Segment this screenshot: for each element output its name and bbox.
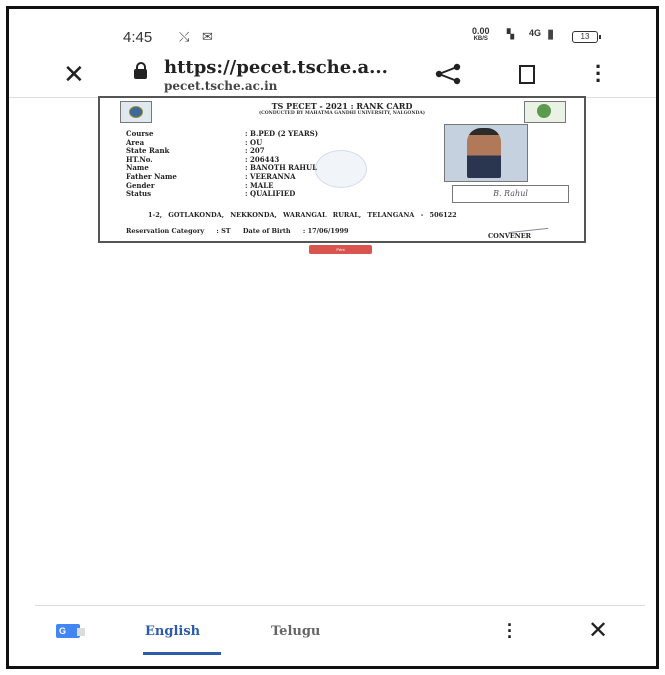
google-translate-icon[interactable]: G [56, 624, 85, 638]
reservation-row: Reservation Category : ST Date of Birth … [126, 227, 349, 235]
status-bar: 4:45 ⤯ ✉ 0.00 KB/S ▚ 4G ▮ 13 [9, 9, 656, 51]
status-time: 4:45 [123, 29, 153, 46]
close-tab-button[interactable]: ✕ [63, 59, 85, 90]
card-subtitle: (CONDUCTED BY MAHATMA GANDHI UNIVERSITY,… [259, 111, 425, 116]
candidate-photo [444, 124, 528, 182]
active-tab-indicator [143, 652, 221, 655]
battery-icon: 13 [572, 31, 601, 43]
card-title: TS PECET - 2021 : RANK CARD [271, 101, 413, 111]
page-url-domain[interactable]: pecet.tsche.ac.in [164, 79, 277, 93]
tab-english[interactable]: English [145, 624, 200, 639]
missed-call-icon: ⤯ [179, 29, 190, 44]
detail-row: State Rank: 207 [126, 147, 318, 156]
close-translate-icon[interactable]: ✕ [588, 616, 608, 645]
bookmark-icon[interactable] [519, 65, 535, 84]
detail-label: Status [126, 189, 152, 199]
reservation-label: Reservation Category [126, 227, 205, 235]
phone-screen: 4:45 ⤯ ✉ 0.00 KB/S ▚ 4G ▮ 13 ✕ https://p… [6, 6, 659, 669]
network-type: 4G [529, 28, 542, 38]
candidate-details: Course: B.PED (2 YEARS) Area: OU State R… [126, 129, 318, 199]
candidate-portrait [467, 128, 501, 178]
translate-options-icon[interactable]: · · · [507, 616, 513, 646]
detail-row: Status : QUALIFIED [126, 190, 318, 199]
share-icon[interactable] [433, 63, 463, 85]
page-url-title[interactable]: https://pecet.tsche.a... [164, 57, 388, 78]
detail-value: : QUALIFIED [245, 189, 296, 199]
dob-value: : 17/06/1999 [302, 227, 349, 235]
volte-icon: ▚ [507, 29, 514, 39]
tab-telugu[interactable]: Telugu [271, 624, 320, 639]
watermark-seal [315, 150, 367, 188]
signal-icon: ▮ [547, 26, 555, 41]
detail-row: Course: B.PED (2 YEARS) [126, 129, 318, 139]
dob-label: Date of Birth [242, 227, 291, 235]
convener-label: CONVENER [488, 232, 532, 240]
translate-bar: G English Telugu · · · ✕ [35, 605, 645, 655]
network-speed: 0.00 KB/S [472, 27, 490, 43]
reservation-value: : ST [216, 227, 231, 235]
lock-icon[interactable] [134, 62, 147, 79]
rank-card: TS PECET - 2021 : RANK CARD (CONDUCTED B… [98, 96, 586, 243]
speed-value: 0.00 [472, 26, 490, 36]
battery-level: 13 [580, 32, 590, 41]
candidate-signature: B. Rahul [452, 185, 569, 203]
candidate-address: 1-2, GOTLAKONDA, NEKKONDA, WARANGAL RURA… [148, 211, 457, 219]
gmail-icon: ✉ [202, 29, 213, 44]
speed-unit: KB/S [473, 36, 488, 42]
print-button[interactable]: Print [309, 245, 372, 254]
browser-toolbar: ✕ https://pecet.tsche.a... pecet.tsche.a… [9, 51, 656, 98]
more-options-icon[interactable]: · · · [595, 56, 602, 92]
